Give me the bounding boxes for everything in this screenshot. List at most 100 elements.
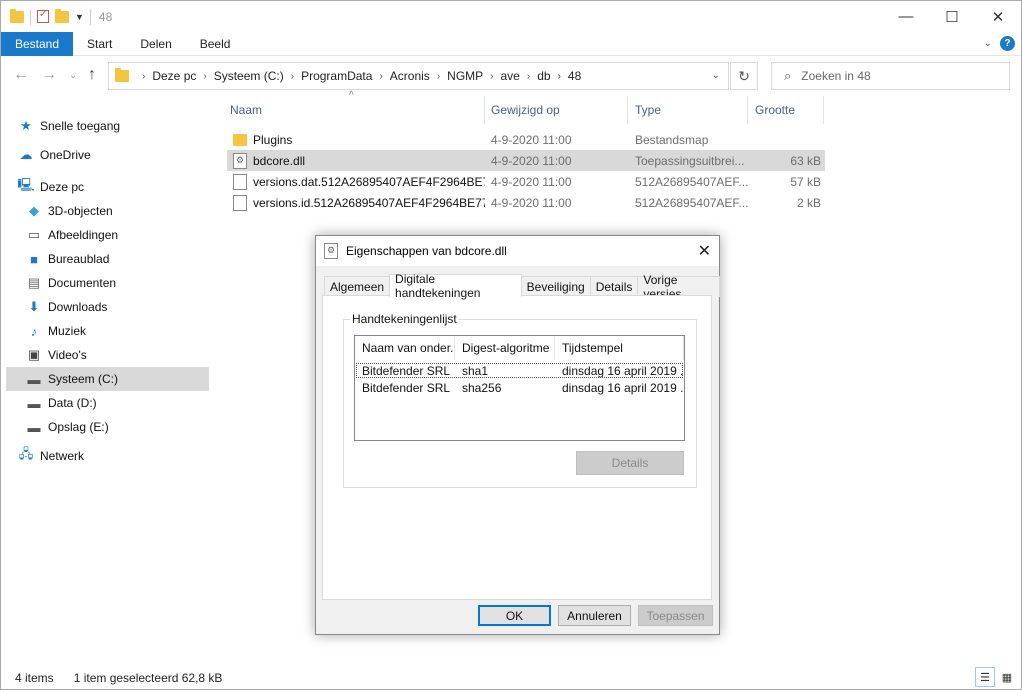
cancel-button[interactable]: Annuleren: [558, 605, 631, 626]
breadcrumb-chevron-icon[interactable]: ›: [291, 71, 294, 82]
back-arrow-icon[interactable]: ←: [13, 66, 29, 84]
sidebar-item-music[interactable]: ♪ Muziek: [26, 319, 229, 343]
navigation-pane: ★ Snelle toegang ☁ OneDrive 🖳 Deze pc ◆ …: [1, 96, 211, 661]
breadcrumb-ngmp[interactable]: NGMP: [447, 69, 483, 83]
details-view-icon[interactable]: ☰: [975, 667, 995, 687]
recent-locations-chevron-icon[interactable]: ⌄: [69, 70, 77, 81]
search-input[interactable]: ⌕ Zoeken in 48: [771, 62, 1010, 90]
breadcrumb-48[interactable]: 48: [568, 69, 581, 83]
ok-button[interactable]: OK: [478, 605, 551, 626]
tab-start[interactable]: Start: [73, 32, 126, 56]
apply-button[interactable]: Toepassen: [638, 605, 713, 626]
column-header-timestamp[interactable]: Tijdstempel: [555, 336, 684, 360]
tab-general[interactable]: Algemeen: [324, 276, 391, 297]
column-header-name[interactable]: Naam: [227, 96, 485, 124]
large-icons-view-icon[interactable]: ▦: [997, 667, 1017, 687]
breadcrumb-chevron-icon[interactable]: ›: [527, 71, 530, 82]
sidebar-item-pictures[interactable]: ▭ Afbeeldingen: [26, 223, 229, 247]
column-header-date[interactable]: Gewijzigd op: [488, 96, 628, 124]
customize-toolbar-chevron-icon[interactable]: ▼: [75, 12, 84, 22]
digest-algorithm: sha256: [462, 380, 502, 395]
breadcrumb: › Deze pc › Systeem (C:) › ProgramData ›…: [135, 69, 581, 83]
breadcrumb-chevron-icon[interactable]: ›: [558, 71, 561, 82]
column-header-type[interactable]: Type: [632, 96, 748, 124]
column-header-size[interactable]: Grootte: [752, 96, 824, 124]
signature-list[interactable]: Naam van onder... Digest-algoritme Tijds…: [354, 335, 685, 441]
forward-arrow-icon[interactable]: →: [41, 66, 57, 84]
file-row-plugins[interactable]: Plugins 4-9-2020 11:00 Bestandsmap: [227, 129, 825, 150]
video-icon: ▣: [27, 347, 41, 362]
signer-name: Bitdefender SRL: [362, 380, 451, 395]
tab-digital-signatures[interactable]: Digitale handtekeningen: [389, 272, 522, 300]
cube-icon: ◆: [29, 203, 39, 218]
maximize-icon[interactable]: ☐: [929, 1, 975, 32]
drive-icon: ▬: [27, 419, 41, 435]
dialog-title: Eigenschappen van bdcore.dll: [346, 244, 507, 258]
breadcrumb-acronis[interactable]: Acronis: [390, 69, 430, 83]
minimize-icon[interactable]: —: [883, 1, 929, 32]
sidebar-item-storage-e[interactable]: ▬ Opslag (E:): [26, 415, 229, 439]
sidebar-item-3d-objects[interactable]: ◆ 3D-objecten: [26, 199, 229, 223]
breadcrumb-chevron-icon[interactable]: ›: [142, 71, 145, 82]
breadcrumb-db[interactable]: db: [537, 69, 550, 83]
sidebar-item-system-c[interactable]: ▬ Systeem (C:): [6, 367, 209, 391]
address-dropdown-chevron-icon[interactable]: ⌄: [712, 70, 720, 81]
file-type: Toepassingsuitbrei...: [635, 153, 745, 168]
signature-row[interactable]: Bitdefender SRL sha256 dinsdag 16 april …: [355, 379, 684, 396]
sidebar-item-this-pc[interactable]: 🖳 Deze pc: [17, 175, 221, 199]
tab-file[interactable]: Bestand: [1, 31, 74, 56]
file-date: 4-9-2020 11:00: [491, 195, 572, 210]
tab-security[interactable]: Beveiliging: [520, 276, 591, 297]
help-icon[interactable]: ?: [1000, 36, 1015, 51]
file-row-bdcore[interactable]: bdcore.dll 4-9-2020 11:00 Toepassingsuit…: [227, 150, 825, 171]
sidebar-item-onedrive[interactable]: ☁ OneDrive: [18, 143, 221, 167]
ribbon-tabs: Bestand Start Delen Beeld ⌄ ?: [1, 31, 1021, 56]
file-name: Plugins: [253, 132, 293, 147]
tab-previous-versions[interactable]: Vorige versies: [637, 273, 720, 301]
sidebar-item-network[interactable]: 🖧 Netwerk: [18, 444, 221, 468]
folder-icon: [115, 68, 129, 82]
breadcrumb-chevron-icon[interactable]: ›: [437, 71, 440, 82]
refresh-icon[interactable]: ↻: [730, 62, 758, 90]
close-icon[interactable]: ✕: [698, 241, 711, 261]
column-header-digest[interactable]: Digest-algoritme: [455, 336, 555, 360]
sidebar-item-videos[interactable]: ▣ Video's: [26, 343, 229, 367]
breadcrumb-chevron-icon[interactable]: ›: [203, 71, 206, 82]
breadcrumb-systeem[interactable]: Systeem (C:): [214, 69, 284, 83]
sidebar-item-data-d[interactable]: ▬ Data (D:): [26, 391, 229, 415]
sidebar-item-downloads[interactable]: ⬇ Downloads: [26, 295, 229, 319]
up-arrow-icon[interactable]: ↑: [88, 66, 96, 84]
close-icon[interactable]: ✕: [975, 1, 1021, 32]
sidebar-item-label: Bureaublad: [48, 252, 110, 266]
digest-algorithm: sha1: [462, 363, 489, 378]
sidebar-item-documents[interactable]: ▤ Documenten: [26, 271, 229, 295]
file-row-versions-id[interactable]: versions.id.512A26895407AEF4F2964BE77...…: [227, 192, 825, 213]
drive-icon: ▬: [27, 371, 41, 387]
tab-details[interactable]: Details: [589, 276, 639, 297]
file-row-versions-dat[interactable]: versions.dat.512A26895407AEF4F2964BE7...…: [227, 171, 825, 192]
new-folder-icon[interactable]: [55, 8, 69, 23]
properties-dialog: Eigenschappen van bdcore.dll ✕ Algemeen …: [315, 235, 720, 635]
address-bar[interactable]: › Deze pc › Systeem (C:) › ProgramData ›…: [108, 62, 729, 90]
expand-ribbon-chevron-icon[interactable]: ⌄: [984, 38, 992, 49]
sidebar-item-quick-access[interactable]: ★ Snelle toegang: [18, 114, 221, 138]
folder-icon[interactable]: [10, 8, 24, 23]
tab-view[interactable]: Beeld: [186, 32, 245, 56]
computer-icon: 🖳: [17, 177, 35, 192]
breadcrumb-chevron-icon[interactable]: ›: [490, 71, 493, 82]
signature-row[interactable]: Bitdefender SRL sha1 dinsdag 16 april 20…: [355, 362, 684, 379]
breadcrumb-deze-pc[interactable]: Deze pc: [152, 69, 196, 83]
properties-icon[interactable]: [37, 9, 49, 23]
title-bar: ▼ 48 — ☐ ✕: [1, 1, 1021, 32]
divider: [89, 8, 91, 25]
timestamp: dinsdag 16 april 2019 ...: [562, 363, 684, 378]
breadcrumb-programdata[interactable]: ProgramData: [301, 69, 372, 83]
breadcrumb-chevron-icon[interactable]: ›: [379, 71, 382, 82]
sidebar-item-desktop[interactable]: ■ Bureaublad: [26, 247, 229, 271]
star-icon: ★: [20, 118, 32, 133]
breadcrumb-ave[interactable]: ave: [501, 69, 520, 83]
file-type: Bestandsmap: [635, 132, 709, 147]
column-header-signer[interactable]: Naam van onder...: [355, 336, 455, 360]
tab-share[interactable]: Delen: [126, 32, 185, 56]
details-button[interactable]: Details: [576, 451, 684, 475]
